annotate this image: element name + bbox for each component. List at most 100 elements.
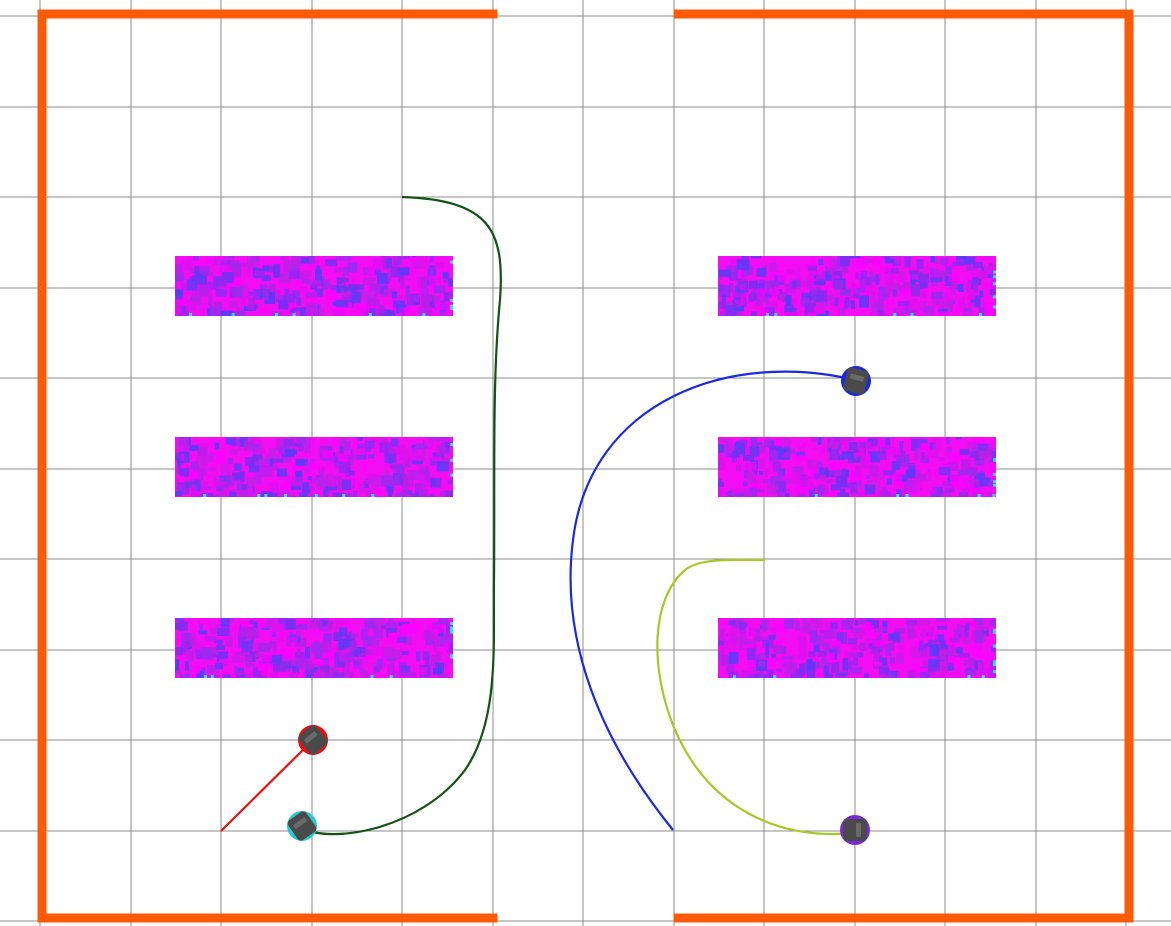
shelf-texture — [759, 458, 765, 468]
shelf-texture — [949, 274, 960, 282]
robot-cyan[interactable] — [281, 805, 323, 847]
shelf-texture — [939, 640, 947, 645]
shelf-texture — [911, 646, 920, 659]
shelf-texture — [359, 668, 365, 674]
shelf-texture — [364, 440, 375, 449]
shelf-texture — [309, 461, 316, 471]
shelf-texture — [823, 665, 829, 675]
shelf-texture — [419, 306, 432, 316]
shelf-texture — [880, 626, 888, 632]
shelf-texture — [433, 667, 442, 675]
shelf-texture — [892, 288, 898, 297]
shelves — [175, 256, 996, 678]
shelf-texture — [319, 624, 332, 632]
shelf-texture — [861, 258, 868, 267]
shelf-texture — [185, 661, 189, 672]
shelf-texture — [741, 256, 749, 262]
shelf-texture — [189, 444, 199, 451]
shelf-texture — [305, 292, 317, 298]
shelf-texture — [872, 640, 885, 647]
shelf-texture — [418, 489, 428, 497]
shelf-texture — [175, 491, 182, 496]
shelf-texture — [777, 470, 783, 482]
shelf-texture — [394, 649, 403, 659]
shelf-edge-speck — [371, 494, 375, 497]
shelf-texture — [719, 628, 725, 641]
shelf-texture — [447, 480, 453, 485]
shelf-texture — [226, 659, 237, 663]
robot-blue[interactable] — [838, 363, 875, 400]
shelf-texture — [762, 479, 773, 484]
shelf-texture — [829, 449, 840, 461]
shelf-texture — [186, 650, 194, 662]
shelf-texture — [215, 442, 220, 450]
shelf-texture — [309, 437, 314, 443]
shelf-texture — [445, 490, 453, 497]
shelf-texture — [176, 670, 181, 675]
shelf-texture — [364, 479, 371, 484]
shelf-texture — [824, 673, 834, 678]
shelf-edge-speck — [896, 494, 900, 497]
shelf-left-2 — [175, 437, 453, 497]
shelf-texture — [426, 471, 431, 482]
shelf-texture — [244, 654, 253, 665]
shelf-texture — [233, 310, 246, 316]
shelf-texture — [873, 276, 878, 282]
shelf-texture — [865, 453, 871, 466]
shelf-texture — [871, 291, 876, 301]
shelf-texture — [284, 448, 295, 457]
shelf-texture — [925, 450, 933, 457]
shelf-edge-speck — [450, 473, 453, 477]
shelf-texture — [859, 295, 869, 308]
shelf-texture — [251, 256, 260, 264]
shelf-texture — [214, 459, 227, 464]
shelf-texture — [299, 492, 308, 497]
shelf-texture — [720, 311, 727, 316]
shelf-texture — [877, 292, 888, 301]
shelf-texture — [351, 292, 361, 304]
shelf-texture — [864, 673, 870, 678]
shelf-texture — [418, 260, 430, 269]
shelf-texture — [443, 277, 453, 283]
shelf-texture — [316, 265, 321, 275]
shelf-texture — [785, 269, 795, 275]
shelf-texture — [848, 652, 859, 658]
shelf-texture — [220, 463, 230, 476]
robot-purple[interactable] — [840, 815, 870, 845]
shelf-texture — [176, 299, 188, 307]
shelf-texture — [986, 491, 994, 497]
shelf-texture — [777, 491, 784, 497]
shelf-texture — [175, 452, 182, 461]
shelf-texture — [826, 479, 833, 484]
shelf-texture — [393, 300, 406, 308]
shelf-texture — [907, 629, 917, 638]
shelf-edge-speck — [370, 675, 374, 678]
shelf-texture — [248, 465, 260, 473]
shelf-edge-speck — [450, 622, 453, 626]
shelf-texture — [256, 448, 266, 455]
shelf-texture — [278, 492, 290, 497]
shelf-texture — [906, 619, 918, 626]
shelf-edge-speck — [977, 494, 981, 497]
shelf-texture — [269, 284, 276, 293]
shelf-texture — [388, 448, 396, 454]
shelf-texture — [204, 636, 217, 642]
shelf-texture — [853, 645, 863, 649]
shelf-texture — [335, 618, 348, 629]
shelf-texture — [450, 312, 453, 316]
shelf-texture — [736, 464, 742, 472]
shelf-texture — [317, 662, 325, 666]
shelf-texture — [394, 475, 401, 486]
shelf-texture — [786, 662, 796, 674]
shelf-edge-speck — [993, 275, 996, 279]
shelf-edge-speck — [766, 313, 770, 316]
shelf-texture — [341, 479, 351, 490]
shelf-texture — [339, 446, 344, 454]
shelf-texture — [853, 293, 860, 299]
shelf-texture — [873, 474, 885, 480]
shelf-texture — [762, 639, 774, 648]
shelf-texture — [332, 301, 338, 306]
shelf-texture — [963, 282, 972, 290]
shelf-texture — [175, 290, 183, 300]
shelf-texture — [273, 480, 277, 485]
